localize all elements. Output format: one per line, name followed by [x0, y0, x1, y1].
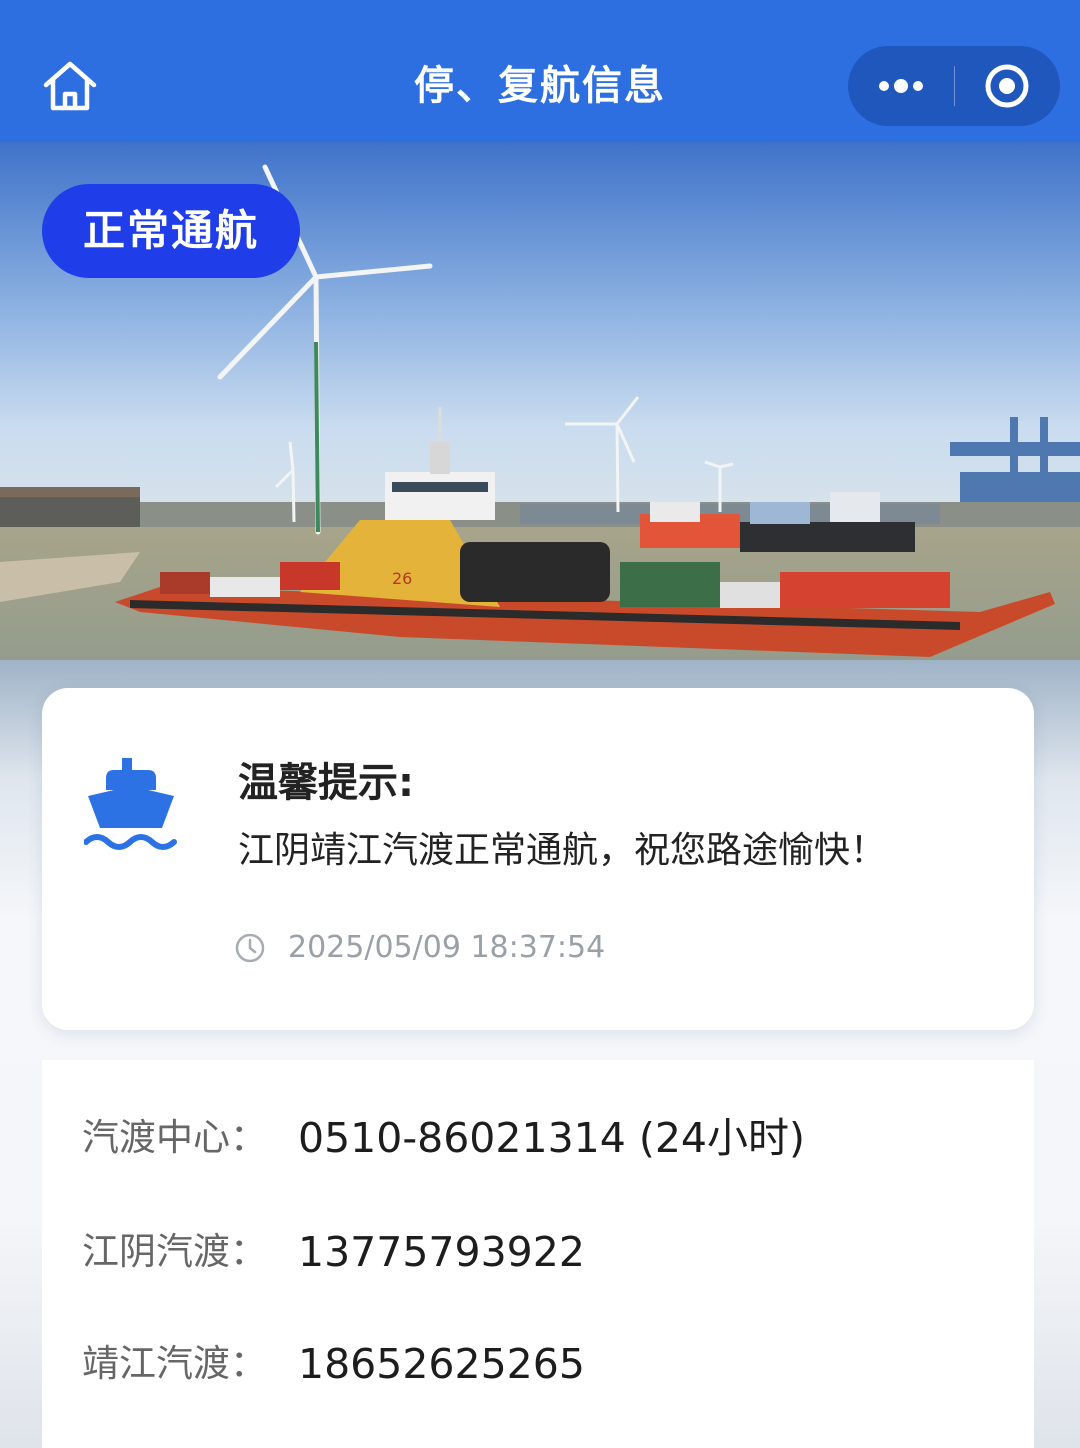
contact-label: 汽渡中心：: [82, 1116, 267, 1159]
contact-row-jiangyin: 江阴汽渡： 13775793922: [42, 1212, 1034, 1292]
phone-number[interactable]: 18652625265: [298, 1324, 585, 1404]
contact-label: 靖江汽渡：: [82, 1342, 267, 1385]
contact-label: 江阴汽渡：: [82, 1230, 267, 1273]
notice-timestamp: 2025/05/09 18:37:54: [288, 930, 606, 965]
notice-title: 温馨提示:: [238, 760, 414, 806]
target-close-icon[interactable]: [955, 46, 1060, 126]
contact-row-center: 汽渡中心： 0510-86021314 (24小时): [42, 1098, 1034, 1178]
clock-icon: [234, 932, 266, 964]
phone-number[interactable]: 13775793922: [298, 1212, 585, 1292]
notice-message: 江阴靖江汽渡正常通航，祝您路途愉快！: [238, 830, 887, 871]
more-dots-icon[interactable]: [848, 46, 954, 126]
top-nav-bar: 停、复航信息: [0, 0, 1080, 142]
ship-icon: [83, 756, 178, 856]
notice-card: 温馨提示: 江阴靖江汽渡正常通航，祝您路途愉快！ 2025/05/09 18:3…: [42, 688, 1034, 1030]
contacts-card: 汽渡中心： 0510-86021314 (24小时) 江阴汽渡： 1377579…: [42, 1060, 1034, 1448]
ferry-number: 26: [392, 569, 412, 588]
phone-number[interactable]: 0510-86021314 (24小时): [298, 1098, 805, 1178]
mini-program-capsule: [848, 46, 1060, 126]
status-badge: 正常通航: [42, 184, 300, 278]
contact-row-jingjiang: 靖江汽渡： 18652625265: [42, 1324, 1034, 1404]
